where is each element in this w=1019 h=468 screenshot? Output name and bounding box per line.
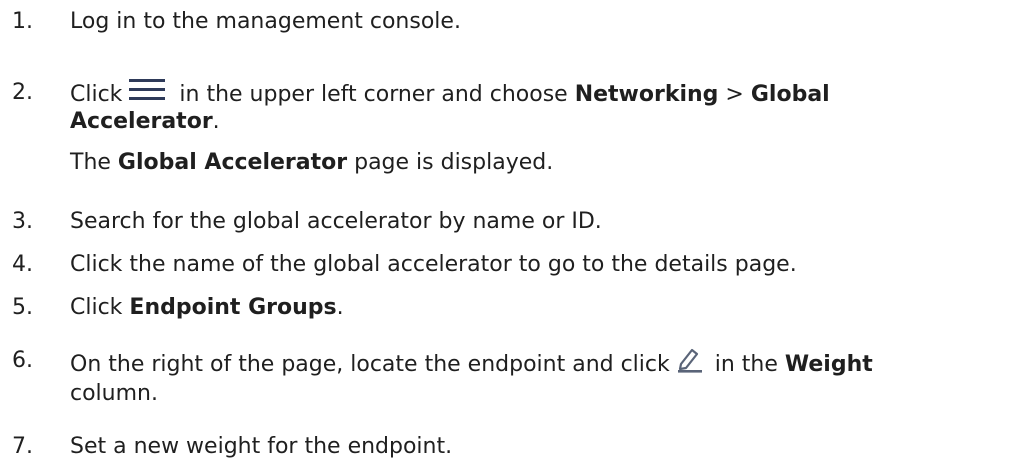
step-number: 3. — [12, 209, 33, 234]
step-text-end: . — [212, 109, 220, 134]
endpoint-groups-label: Endpoint Groups — [129, 295, 337, 320]
menu-global-accelerator-part1: Global — [750, 82, 830, 107]
step-text: Search for the global accelerator by nam… — [70, 209, 602, 234]
step-number: 5. — [12, 295, 33, 320]
step-text: Click — [70, 295, 130, 320]
hamburger-menu-icon — [128, 79, 168, 108]
step-text: On the right of the page, locate the end… — [70, 352, 670, 377]
step-text: Log in to the management console. — [70, 9, 461, 34]
step-number: 7. — [12, 434, 33, 459]
step-number: 6. — [12, 348, 33, 373]
menu-networking: Networking — [574, 82, 719, 107]
step-text: in the upper left corner and choose — [172, 82, 575, 107]
step-text-mid: in the — [707, 352, 785, 377]
step-text: Click the name of the global accelerator… — [70, 252, 797, 277]
note-bold: Global Accelerator — [117, 150, 348, 175]
step-note: The Global Accelerator page is displayed… — [70, 149, 1010, 176]
step-text: Set a new weight for the endpoint. — [70, 434, 453, 459]
edit-pencil-icon — [676, 347, 704, 380]
step-number: 2. — [12, 80, 33, 105]
step-text-line2: column. — [70, 381, 158, 406]
step-number: 4. — [12, 252, 33, 277]
step-number: 1. — [12, 9, 33, 34]
step-text-end: . — [336, 295, 344, 320]
note-text: The — [70, 150, 118, 175]
note-text-end: page is displayed. — [347, 150, 554, 175]
step-text-click: Click — [70, 82, 123, 107]
menu-global-accelerator-part2: Accelerator — [70, 109, 213, 134]
weight-column-label: Weight — [784, 352, 873, 377]
menu-separator: > — [718, 82, 751, 107]
